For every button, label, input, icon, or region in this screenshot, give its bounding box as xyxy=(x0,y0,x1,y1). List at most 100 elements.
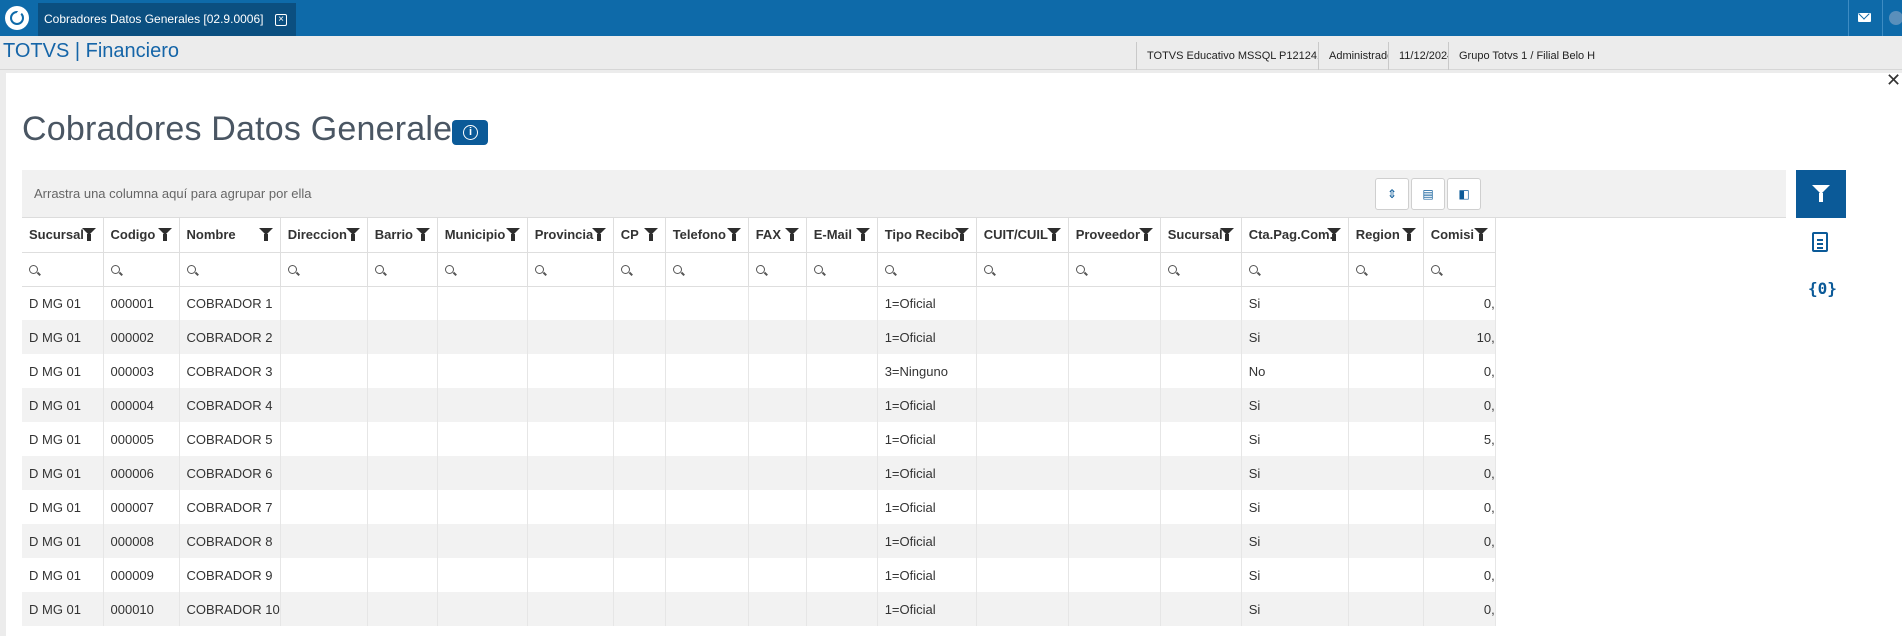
table-cell xyxy=(437,422,528,456)
column-filter-icon[interactable] xyxy=(81,228,96,242)
table-row[interactable]: D MG 01 000009 COBRADOR 9 1=Oficial Si 0, xyxy=(22,558,1496,592)
column-search-input[interactable] xyxy=(748,252,807,287)
help-button[interactable] xyxy=(1882,0,1902,36)
branch-info[interactable]: Grupo Totvs 1 / Filial Belo H xyxy=(1448,42,1902,70)
column-search-input[interactable] xyxy=(1241,252,1349,287)
column-header[interactable]: Provincia xyxy=(527,218,614,253)
table-cell: COBRADOR 9 xyxy=(179,558,281,592)
column-search-input[interactable] xyxy=(1348,252,1424,287)
column-header[interactable]: Municipio xyxy=(437,218,528,253)
column-header[interactable]: Sucursal xyxy=(1160,218,1242,253)
help-icon xyxy=(1889,11,1902,25)
column-filter-icon[interactable] xyxy=(726,228,741,242)
table-cell: 000009 xyxy=(103,558,180,592)
table-cell: COBRADOR 1 xyxy=(179,286,281,320)
column-search-input[interactable] xyxy=(1423,252,1496,287)
column-filter-icon[interactable] xyxy=(1219,228,1234,242)
variables-icon[interactable]: {0} xyxy=(1808,279,1837,298)
column-filter-icon[interactable] xyxy=(1401,228,1416,242)
collapse-rows-button[interactable]: ⇕ xyxy=(1375,178,1409,210)
column-header[interactable]: Comisi xyxy=(1423,218,1496,253)
column-search-input[interactable] xyxy=(179,252,281,287)
column-search-input[interactable] xyxy=(1160,252,1242,287)
table-row[interactable]: D MG 01 000004 COBRADOR 4 1=Oficial Si 0, xyxy=(22,388,1496,422)
table-cell xyxy=(527,456,614,490)
column-filter-icon[interactable] xyxy=(643,228,658,242)
column-header[interactable]: Nombre xyxy=(179,218,281,253)
search-icon xyxy=(534,264,544,274)
close-icon[interactable]: × xyxy=(275,14,287,26)
table-row[interactable]: D MG 01 000002 COBRADOR 2 1=Oficial Si 10, xyxy=(22,320,1496,354)
table-row[interactable]: D MG 01 000005 COBRADOR 5 1=Oficial Si 5, xyxy=(22,422,1496,456)
column-filter-icon[interactable] xyxy=(1138,228,1153,242)
column-search-input[interactable] xyxy=(103,252,180,287)
table-cell xyxy=(527,490,614,524)
clipboard-icon[interactable] xyxy=(1812,232,1828,252)
column-header[interactable]: Cta.Pag.Com. xyxy=(1241,218,1349,253)
column-header[interactable]: Telefono xyxy=(665,218,749,253)
search-icon xyxy=(444,264,454,274)
column-search-input[interactable] xyxy=(367,252,438,287)
column-header[interactable]: E-Mail xyxy=(806,218,878,253)
column-search-input[interactable] xyxy=(22,252,104,287)
column-filter-icon[interactable] xyxy=(258,228,273,242)
column-search-input[interactable] xyxy=(806,252,878,287)
column-header[interactable]: CP xyxy=(613,218,666,253)
side-filter-button[interactable] xyxy=(1796,170,1846,218)
table-cell xyxy=(806,558,878,592)
column-header[interactable]: Sucursal xyxy=(22,218,104,253)
table-cell: 3=Ninguno xyxy=(877,354,977,388)
column-header[interactable]: Direccion xyxy=(280,218,368,253)
totvs-logo-icon[interactable] xyxy=(5,6,29,30)
column-filter-icon[interactable] xyxy=(415,228,430,242)
column-search-input[interactable] xyxy=(665,252,749,287)
date-info[interactable]: 11/12/2024 xyxy=(1388,42,1448,70)
environment-info[interactable]: TOTVS Educativo MSSQL P1212410arg xyxy=(1136,42,1318,70)
column-search-input[interactable] xyxy=(280,252,368,287)
column-filter-icon[interactable] xyxy=(1326,228,1341,242)
column-filter-icon[interactable] xyxy=(784,228,799,242)
table-row[interactable]: D MG 01 000006 COBRADOR 6 1=Oficial Si 0, xyxy=(22,456,1496,490)
column-filter-icon[interactable] xyxy=(1046,228,1061,242)
table-cell xyxy=(437,490,528,524)
mail-button[interactable] xyxy=(1848,0,1878,36)
column-search-input[interactable] xyxy=(613,252,666,287)
column-header[interactable]: Proveedor xyxy=(1068,218,1161,253)
table-cell xyxy=(806,286,878,320)
column-filter-icon[interactable] xyxy=(505,228,520,242)
column-search-input[interactable] xyxy=(1068,252,1161,287)
search-icon xyxy=(884,264,894,274)
column-search-input[interactable] xyxy=(877,252,977,287)
column-filter-icon[interactable] xyxy=(591,228,606,242)
column-filter-icon[interactable] xyxy=(345,228,360,242)
table-row[interactable]: D MG 01 000008 COBRADOR 8 1=Oficial Si 0, xyxy=(22,524,1496,558)
column-header[interactable]: FAX xyxy=(748,218,807,253)
table-row[interactable]: D MG 01 000007 COBRADOR 7 1=Oficial Si 0, xyxy=(22,490,1496,524)
tab-cobradores[interactable]: Cobradores Datos Generales [02.9.0006] × xyxy=(38,3,296,36)
column-search-input[interactable] xyxy=(437,252,528,287)
panel-close-button[interactable]: ✕ xyxy=(1886,70,1901,91)
column-search-input[interactable] xyxy=(527,252,614,287)
table-row[interactable]: D MG 01 000010 COBRADOR 10 1=Oficial Si 0, xyxy=(22,592,1496,626)
table-cell xyxy=(1160,524,1242,558)
table-cell xyxy=(976,558,1069,592)
app-title[interactable]: TOTVS | Financiero xyxy=(3,40,179,63)
columns-config-button[interactable]: ◧ xyxy=(1447,178,1481,210)
column-filter-icon[interactable] xyxy=(157,228,172,242)
column-filter-icon[interactable] xyxy=(954,228,969,242)
export-csv-button[interactable]: ▤ xyxy=(1411,178,1445,210)
column-header[interactable]: CUIT/CUIL xyxy=(976,218,1069,253)
column-header[interactable]: Barrio xyxy=(367,218,438,253)
table-row[interactable]: D MG 01 000003 COBRADOR 3 3=Ninguno No 0, xyxy=(22,354,1496,388)
table-row[interactable]: D MG 01 000001 COBRADOR 1 1=Oficial Si 0, xyxy=(22,286,1496,320)
column-header[interactable]: Codigo xyxy=(103,218,180,253)
group-by-bar[interactable]: Arrastra una columna aquí para agrupar p… xyxy=(22,170,1786,218)
column-search-input[interactable] xyxy=(976,252,1069,287)
table-cell xyxy=(437,320,528,354)
column-header[interactable]: Region xyxy=(1348,218,1424,253)
column-header[interactable]: Tipo Recibo xyxy=(877,218,977,253)
column-filter-icon[interactable] xyxy=(855,228,870,242)
column-filter-icon[interactable] xyxy=(1473,228,1488,242)
info-button[interactable]: i xyxy=(452,120,488,145)
user-info[interactable]: Administrador xyxy=(1318,42,1388,70)
